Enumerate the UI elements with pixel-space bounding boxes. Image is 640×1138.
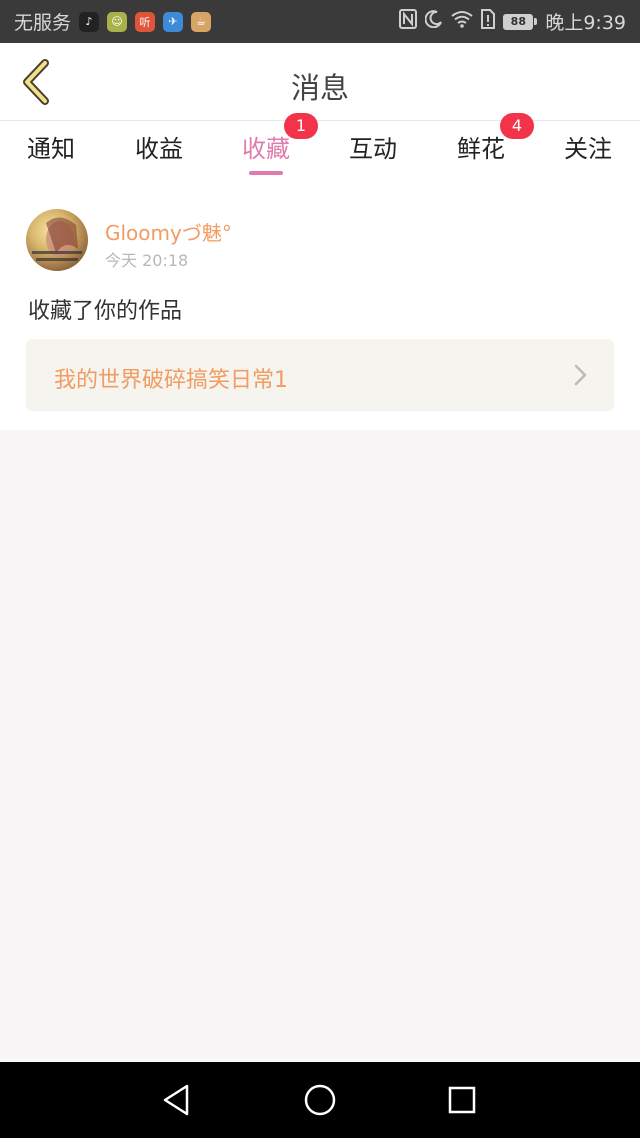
carrier-text: 无服务 <box>14 12 72 34</box>
status-bar-right: 88 晚上9:39 <box>399 8 626 35</box>
clock: 晚上9:39 <box>545 12 626 34</box>
message-card: Gloomyづ魅° 今天 20:18 收藏了你的作品 我的世界破碎搞笑日常1 <box>0 181 640 430</box>
page-title: 消息 <box>290 71 349 105</box>
work-title: 我的世界破碎搞笑日常1 <box>54 368 288 393</box>
system-nav-bar <box>0 1062 640 1138</box>
tab-favorites[interactable]: 收藏 1 <box>221 113 318 181</box>
tab-interaction[interactable]: 互动 <box>328 121 418 181</box>
tab-label: 通知 <box>27 135 75 163</box>
sim-alert-icon <box>481 9 496 34</box>
tab-earnings[interactable]: 收益 <box>114 121 204 181</box>
chevron-right-icon <box>574 364 587 386</box>
status-bar-left: 无服务 ♪ ☺ 听 ✈ ☕ <box>14 8 212 35</box>
battery-level: 88 <box>503 13 534 30</box>
nav-recents-button[interactable] <box>444 1082 480 1118</box>
wifi-icon <box>451 10 473 33</box>
tab-follow[interactable]: 关注 <box>543 121 633 181</box>
chat-icon: ☺ <box>107 11 128 32</box>
tiktok-icon: ♪ <box>79 11 100 32</box>
tab-flowers[interactable]: 鲜花 4 <box>436 113 534 181</box>
bird-app-icon: ✈ <box>163 11 184 32</box>
tab-label: 互动 <box>349 135 397 163</box>
action-text: 收藏了你的作品 <box>28 299 183 324</box>
username[interactable]: Gloomyづ魅° <box>105 217 232 246</box>
listen-app-icon: 听 <box>135 11 156 32</box>
tab-notification[interactable]: 通知 <box>6 121 96 181</box>
tab-label: 关注 <box>564 135 612 163</box>
battery-icon: 88 <box>503 13 538 30</box>
nfc-icon <box>399 9 418 34</box>
circle-home-icon <box>304 1084 336 1116</box>
cup-app-icon: ☕ <box>191 11 212 32</box>
favorites-badge: 1 <box>284 113 318 139</box>
square-recents-icon <box>448 1086 476 1114</box>
active-tab-indicator <box>249 171 283 175</box>
status-bar: 无服务 ♪ ☺ 听 ✈ ☕ 88 晚上9:39 <box>0 0 640 43</box>
avatar-image <box>32 217 82 261</box>
nav-home-button[interactable] <box>302 1082 338 1118</box>
header: 消息 <box>0 43 640 121</box>
avatar[interactable] <box>26 209 88 271</box>
work-link[interactable]: 我的世界破碎搞笑日常1 <box>26 339 614 411</box>
tab-label: 收益 <box>135 135 183 163</box>
moon-icon <box>424 10 443 33</box>
tab-bar: 通知 收益 收藏 1 互动 鲜花 4 关注 <box>0 113 640 181</box>
triangle-back-icon <box>163 1084 189 1116</box>
message-time: 今天 20:18 <box>105 251 189 270</box>
flowers-badge: 4 <box>500 113 534 139</box>
nav-back-button[interactable] <box>158 1082 194 1118</box>
